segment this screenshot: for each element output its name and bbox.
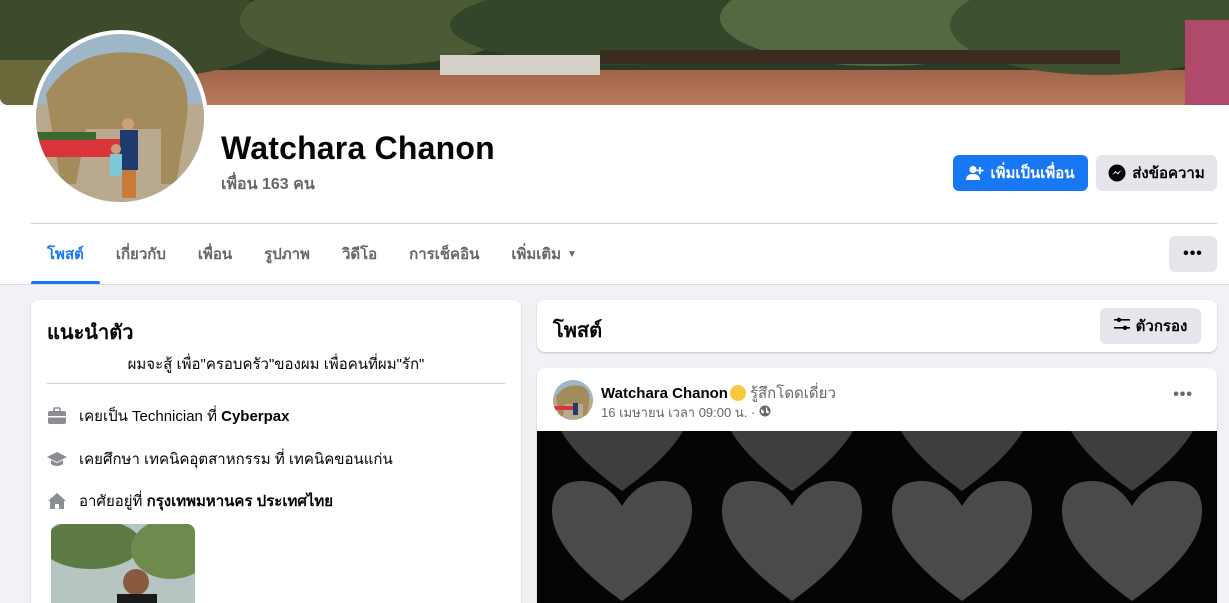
graduation-cap-icon (47, 449, 67, 469)
tab-about[interactable]: เกี่ยวกับ (100, 224, 182, 284)
posts-header-card: โพสต์ ตัวกรอง (537, 300, 1217, 352)
post-meta: 16 เมษายน เวลา 09:00 น. · (601, 402, 771, 423)
work-info: เคยเป็น Technician ที่ Cyberpax (47, 404, 290, 428)
message-button[interactable]: ส่งข้อความ (1096, 155, 1217, 191)
tab-about-label: เกี่ยวกับ (115, 246, 166, 263)
globe-icon (759, 405, 771, 420)
post-more-button[interactable]: ••• (1173, 386, 1193, 404)
post-author-name[interactable]: Watchara Chanon (601, 385, 728, 402)
tab-videos[interactable]: วิดีโอ (326, 224, 393, 284)
intro-card: แนะนำตัว ผมจะสู้ เพื่อ"ครอบครัว"ของผม เพ… (31, 300, 521, 603)
briefcase-icon (47, 406, 67, 426)
profile-avatar[interactable] (32, 30, 208, 206)
add-friend-label: เพิ่มเป็นเพื่อน (990, 165, 1075, 182)
work-prefix: เคยเป็น Technician ที่ (79, 408, 222, 425)
intro-title: แนะนำตัว (47, 322, 134, 344)
featured-photo[interactable] (51, 524, 195, 603)
intro-divider (47, 383, 505, 384)
more-dots-icon: ••• (1183, 245, 1203, 262)
add-person-icon (966, 165, 984, 181)
sad-face-icon (729, 385, 746, 401)
home-info: อาศัยอยู่ที่ กรุงเทพมหานคร ประเทศไทย (47, 489, 333, 513)
caret-down-icon: ▼ (567, 248, 577, 260)
home-place-link[interactable]: กรุงเทพมหานคร ประเทศไทย (147, 493, 333, 510)
tab-more-label: เพิ่มเติม (511, 246, 562, 263)
home-icon (47, 491, 67, 511)
intro-bio: ผมจะสู้ เพื่อ"ครอบครัว"ของผม เพื่อคนที่ผ… (127, 356, 425, 373)
education-text: เคยศึกษา เทคนิคอุตสาหกรรม ที่ เทคนิคขอนแ… (79, 451, 393, 468)
message-label: ส่งข้อความ (1132, 165, 1205, 182)
work-place-link[interactable]: Cyberpax (221, 408, 289, 425)
tab-checkins[interactable]: การเช็คอิน (393, 224, 495, 284)
post-date[interactable]: 16 เมษายน เวลา 09:00 น. · (601, 402, 755, 423)
tab-more[interactable]: เพิ่มเติม ▼ (495, 224, 593, 284)
tab-friends[interactable]: เพื่อน (182, 224, 248, 284)
filter-button[interactable]: ตัวกรอง (1100, 308, 1201, 344)
home-prefix: อาศัยอยู่ที่ (79, 493, 147, 510)
tab-posts-label: โพสต์ (47, 246, 84, 263)
header-shadow (0, 284, 1229, 285)
tab-friends-label: เพื่อน (197, 246, 233, 263)
more-dots-icon: ••• (1173, 386, 1193, 403)
filter-label: ตัวกรอง (1135, 318, 1188, 335)
post-image[interactable] (537, 371, 1217, 603)
tab-videos-label: วิดีโอ (341, 246, 378, 263)
add-friend-button[interactable]: เพิ่มเป็นเพื่อน (953, 155, 1088, 191)
profile-more-button[interactable]: ••• (1169, 236, 1217, 272)
post-card: Watchara Chanon รู้สึกโดดเดี่ยว 16 เมษาย… (537, 368, 1217, 603)
profile-name: Watchara Chanon (221, 130, 495, 166)
post-author-avatar[interactable] (553, 380, 593, 420)
tab-photos[interactable]: รูปภาพ (248, 224, 326, 284)
filter-sliders-icon (1113, 317, 1130, 335)
tab-photos-label: รูปภาพ (264, 246, 310, 263)
profile-tabs: โพสต์ เกี่ยวกับ เพื่อน รูปภาพ วิดีโอ การ… (31, 224, 593, 284)
tab-checkins-label: การเช็คอิน (409, 246, 480, 263)
friends-count[interactable]: เพื่อน 163 คน (221, 172, 315, 197)
messenger-icon (1108, 164, 1126, 182)
education-info: เคยศึกษา เทคนิคอุตสาหกรรม ที่ เทคนิคขอนแ… (47, 447, 393, 471)
posts-title: โพสต์ (553, 320, 603, 342)
tab-posts[interactable]: โพสต์ (31, 224, 100, 284)
